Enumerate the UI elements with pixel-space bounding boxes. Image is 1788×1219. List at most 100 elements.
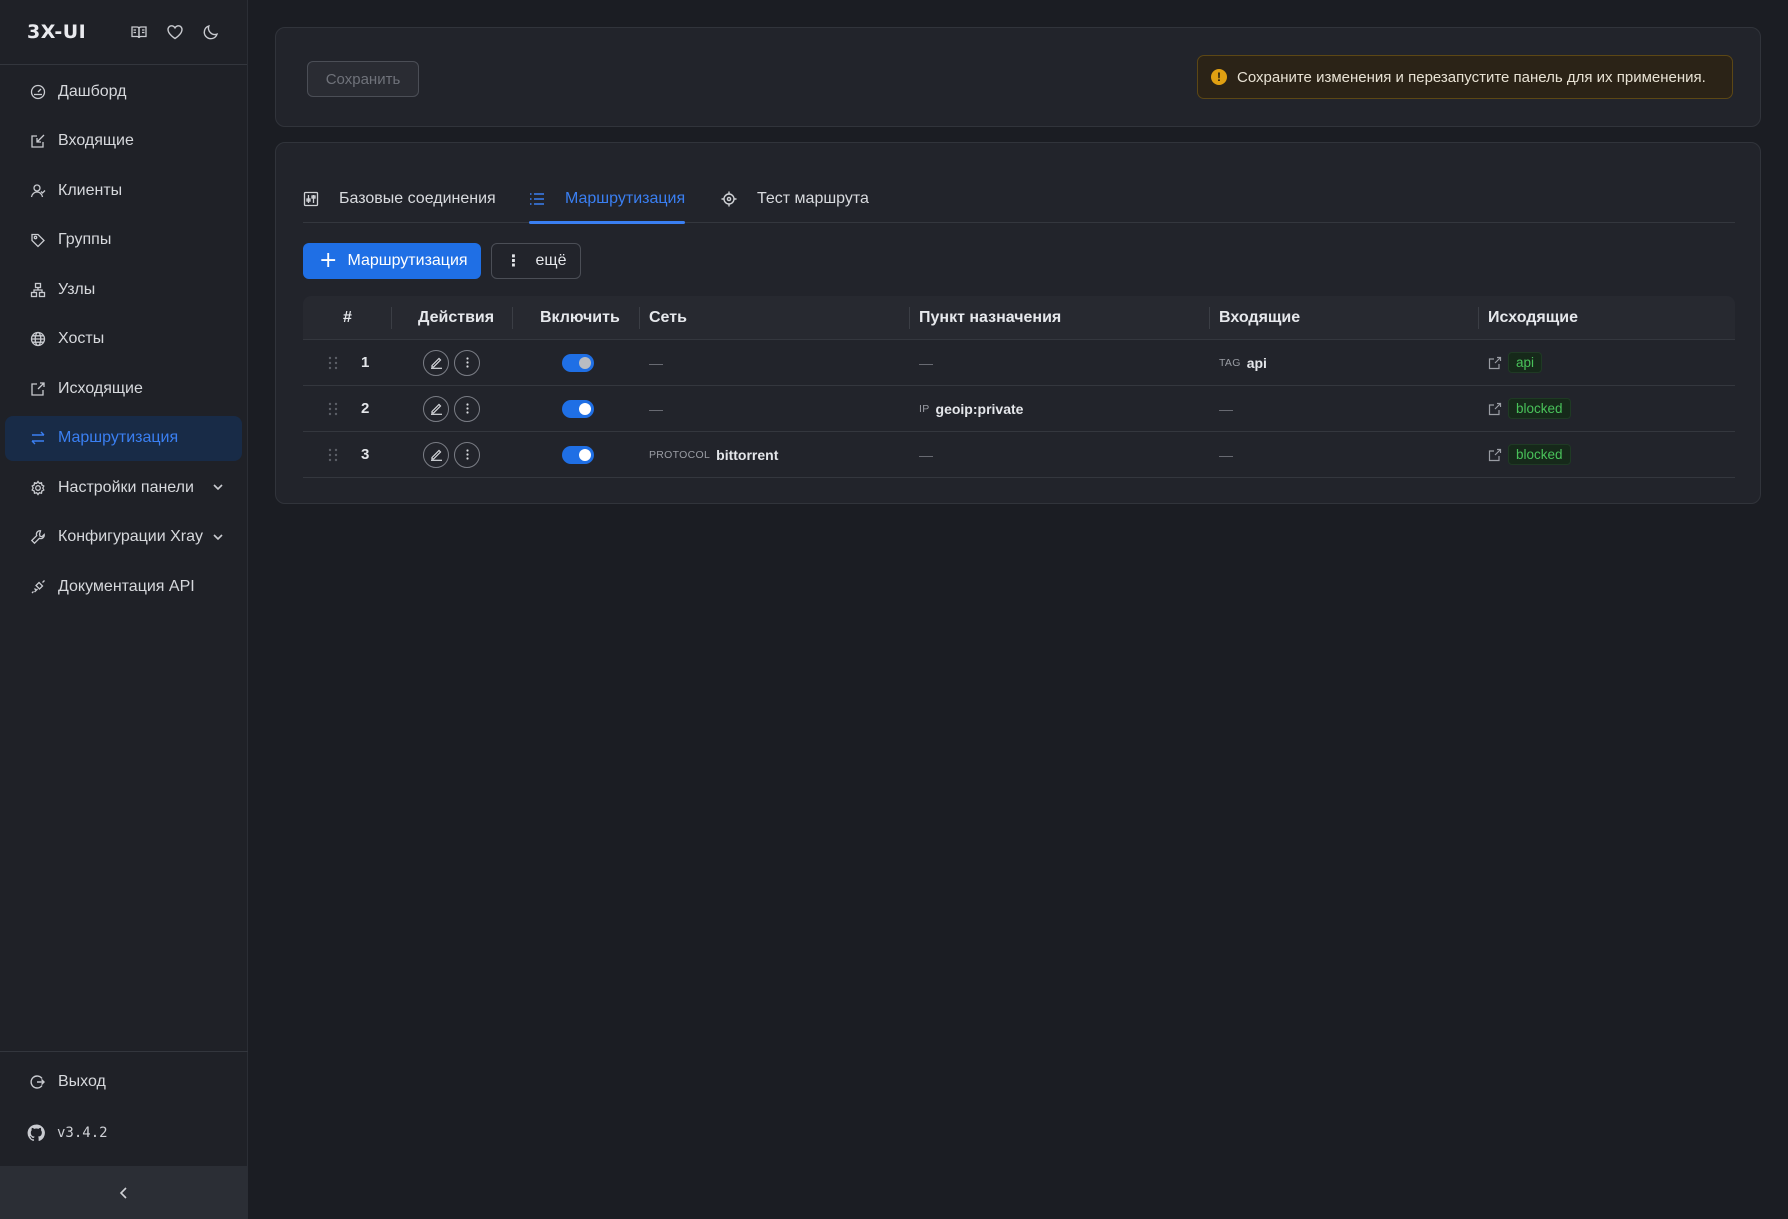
row-menu-button[interactable] (454, 349, 480, 376)
warning-icon: ! (1211, 69, 1227, 85)
chevron-left-icon (119, 1186, 127, 1199)
logout-button[interactable]: Выход (0, 1052, 248, 1111)
edit-icon (430, 403, 442, 415)
more-label: ещё (535, 252, 567, 269)
sidebar-item-xray-config[interactable]: Конфигурации Xray (5, 515, 242, 560)
enable-toggle[interactable] (562, 386, 594, 431)
sidebar: 3X-UI Дашборд Входящие Клиенты Группы Уз… (0, 0, 248, 1219)
table-row: 1 — — TAG api api (303, 340, 1735, 386)
enable-toggle[interactable] (562, 432, 594, 477)
dashboard-icon (30, 84, 46, 99)
table-row: 3 PROTOCOL bittorrent — — blocked (303, 432, 1735, 478)
book-icon[interactable] (130, 23, 148, 41)
column-divider (1478, 307, 1479, 329)
row-menu-button[interactable] (454, 395, 480, 422)
crosshair-icon (721, 191, 737, 207)
destination-cell: — (919, 354, 933, 371)
restart-warning-alert: ! Сохраните изменения и перезапустите па… (1197, 55, 1733, 99)
row-actions (423, 340, 485, 385)
tab-label: Тест маршрута (757, 190, 869, 207)
tag-icon (31, 233, 45, 248)
drag-handle[interactable] (327, 432, 339, 477)
sidebar-item-panel-settings[interactable]: Настройки панели (5, 465, 242, 510)
add-routing-label: Маршрутизация (347, 252, 468, 269)
edit-button[interactable] (423, 395, 449, 422)
column-divider (391, 307, 392, 329)
outbound-icon (31, 381, 45, 396)
heart-icon[interactable] (166, 23, 184, 41)
inbound-icon (31, 134, 45, 148)
gear-icon (31, 479, 45, 496)
more-vertical-icon (465, 403, 469, 414)
logout-icon (30, 1074, 45, 1089)
more-vertical-icon: ⋮ (505, 253, 522, 270)
outbound-tag: blocked (1508, 444, 1571, 465)
routing-icon (31, 431, 45, 445)
alert-text: Сохраните изменения и перезапустите пане… (1237, 68, 1706, 86)
moon-icon[interactable] (202, 23, 220, 41)
outbound-tag: api (1508, 352, 1543, 373)
clients-icon (30, 183, 46, 197)
drag-handle-icon (328, 448, 338, 461)
api-icon (31, 579, 45, 593)
edit-button[interactable] (423, 349, 449, 376)
toggle-switch (562, 353, 594, 372)
collapse-sidebar-button[interactable] (0, 1166, 248, 1219)
column-header-actions: Действия (418, 309, 495, 326)
sidebar-item-groups[interactable]: Группы (5, 218, 242, 263)
version-link[interactable]: v3.4.2 (0, 1111, 248, 1155)
plus-icon: + (319, 248, 338, 273)
column-header-inbound: Входящие (1219, 309, 1301, 326)
row-number: 3 (361, 446, 370, 463)
enable-toggle[interactable] (562, 340, 594, 385)
sidebar-item-clients[interactable]: Клиенты (5, 168, 242, 213)
edit-button[interactable] (423, 441, 449, 468)
list-icon (530, 193, 544, 205)
sliders-icon (303, 191, 319, 207)
brand-title: 3X-UI (27, 21, 87, 43)
add-routing-button[interactable]: + Маршрутизация (303, 243, 481, 279)
toggle-knob (579, 448, 591, 461)
logout-label: Выход (58, 1072, 106, 1090)
column-divider (909, 307, 910, 329)
toggle-knob (579, 356, 591, 369)
sidebar-item-inbounds[interactable]: Входящие (5, 119, 242, 164)
drag-handle[interactable] (327, 386, 339, 431)
outbound-cell: blocked (1488, 386, 1571, 431)
sidebar-item-label: Маршрутизация (58, 429, 179, 446)
sidebar-item-dashboard[interactable]: Дашборд (5, 69, 242, 114)
sidebar-item-hosts[interactable]: Хосты (5, 317, 242, 362)
sidebar-item-label: Входящие (58, 132, 134, 149)
network-type-label: PROTOCOL (649, 448, 711, 461)
edit-icon (430, 357, 442, 369)
sidebar-item-label: Хосты (58, 330, 105, 347)
tab-basic-connections[interactable]: Базовые соединения (303, 175, 496, 223)
save-toolbar: Сохранить ! Сохраните изменения и переза… (275, 27, 1761, 127)
row-number: 1 (361, 354, 370, 371)
sidebar-item-label: Группы (58, 231, 112, 248)
row-menu-button[interactable] (454, 441, 480, 468)
toggle-switch (562, 445, 594, 464)
nodes-icon (30, 282, 46, 297)
network-cell: — (649, 400, 663, 417)
tab-route-test[interactable]: Тест маршрута (721, 175, 869, 223)
tab-routing[interactable]: Маршрутизация (529, 175, 686, 224)
sidebar-item-label: Документация API (58, 577, 195, 595)
more-button[interactable]: ⋮ ещё (491, 243, 581, 279)
inbound-type-label: TAG (1219, 356, 1241, 369)
destination-cell: — (919, 446, 933, 463)
sidebar-item-routing[interactable]: Маршрутизация (5, 415, 242, 461)
column-divider (512, 307, 513, 329)
more-vertical-icon (465, 357, 469, 368)
sidebar-item-outbounds[interactable]: Исходящие (5, 366, 242, 411)
sidebar-nav: Дашборд Входящие Клиенты Группы Узлы Хос… (0, 65, 247, 609)
save-button[interactable]: Сохранить (307, 61, 419, 97)
sidebar-item-label: Узлы (58, 280, 96, 298)
sidebar-item-label: Конфигурации Xray (58, 528, 203, 545)
table-header: # Действия Включить Сеть Пункт назначени… (303, 296, 1735, 340)
drag-handle[interactable] (327, 340, 339, 385)
edit-icon (430, 449, 442, 461)
destination-cell: IP geoip:private (919, 386, 1023, 431)
sidebar-item-api-docs[interactable]: Документация API (5, 564, 242, 609)
sidebar-item-nodes[interactable]: Узлы (5, 267, 242, 312)
